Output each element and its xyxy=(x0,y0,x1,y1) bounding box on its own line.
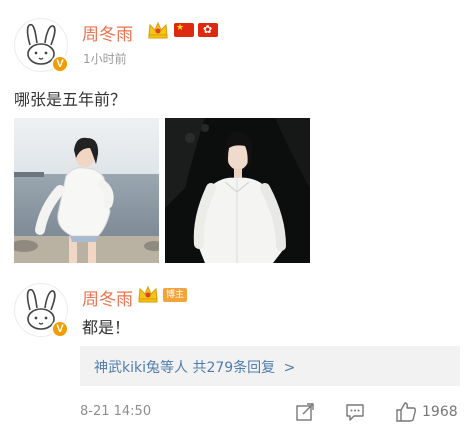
comment-author-avatar[interactable]: V xyxy=(14,283,69,338)
replies-users: 神武kiki兔等人 xyxy=(94,360,188,376)
comment-author-name[interactable]: 周冬雨 xyxy=(82,285,133,310)
post-time: 1小时前 xyxy=(83,52,127,66)
verified-icon: V xyxy=(51,55,69,73)
replies-count: 共279条回复 xyxy=(192,360,276,376)
comment-timestamp: 8-21 14:50 xyxy=(80,404,152,419)
verified-icon: V xyxy=(51,320,69,338)
china-flag-icon: ★ xyxy=(174,23,194,37)
hong-kong-flag-icon: ✿ xyxy=(198,23,218,37)
post-author-name[interactable]: 周冬雨 xyxy=(82,20,133,45)
post-photo-1[interactable] xyxy=(14,118,159,263)
beach-photo-image xyxy=(14,118,159,263)
author-avatar[interactable]: V xyxy=(14,18,69,73)
replies-link[interactable]: 神武kiki兔等人 共279条回复 > xyxy=(94,357,295,377)
crown-icon xyxy=(138,285,158,303)
host-badge: 博主 xyxy=(163,288,188,302)
replies-box[interactable]: 神武kiki兔等人 共279条回复 > xyxy=(80,346,460,386)
crown-icon xyxy=(148,21,168,39)
comment-icon[interactable] xyxy=(345,402,365,422)
replies-arrow-icon: > xyxy=(283,360,296,376)
portrait-photo-image xyxy=(165,118,310,263)
post-photo-2[interactable] xyxy=(165,118,310,263)
share-icon[interactable] xyxy=(295,402,315,422)
like-icon[interactable] xyxy=(395,401,417,423)
comment-text: 都是！ xyxy=(82,318,131,337)
post-text: 哪张是五年前？ xyxy=(14,90,127,109)
like-count: 1968 xyxy=(422,404,458,420)
